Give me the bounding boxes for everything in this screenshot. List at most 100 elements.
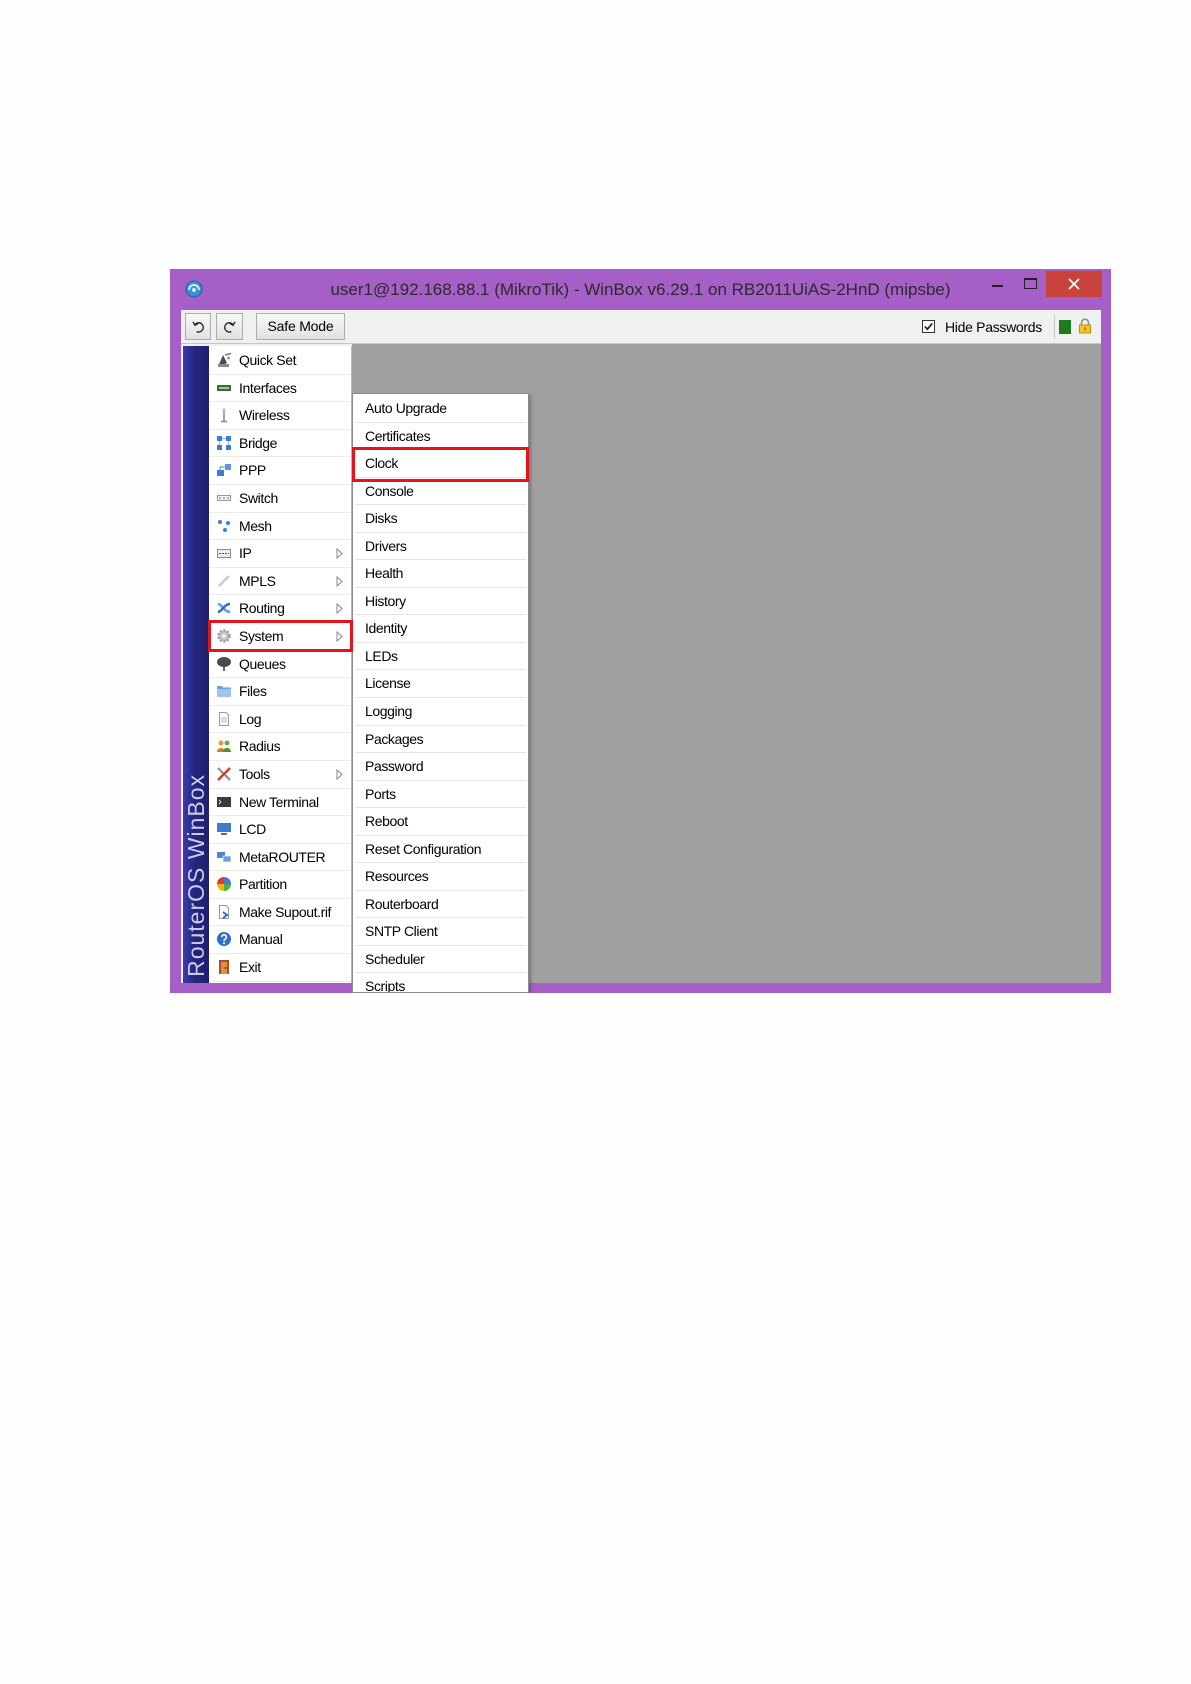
- sidebar-item-label: Exit: [239, 959, 261, 976]
- queues-icon: [216, 656, 232, 672]
- sidebar-item-lcd[interactable]: LCD: [209, 816, 351, 844]
- green-status-icon: [1059, 320, 1071, 334]
- sidebar-item-routing[interactable]: Routing: [209, 595, 351, 623]
- submenu-item-ports[interactable]: Ports: [353, 781, 528, 809]
- submenu-item-label: Ports: [365, 785, 396, 802]
- submenu-item-reboot[interactable]: Reboot: [353, 808, 528, 836]
- submenu-item-label: Logging: [365, 703, 413, 720]
- sidebar-item-mesh[interactable]: Mesh: [209, 513, 351, 541]
- submenu-item-sntp-client[interactable]: SNTP Client: [353, 918, 528, 946]
- new-terminal-icon: [216, 794, 232, 810]
- submenu-arrow-icon: [336, 603, 343, 615]
- submenu-arrow-icon: [336, 768, 343, 780]
- submenu-item-label: SNTP Client: [365, 923, 438, 940]
- minimize-icon: [992, 285, 1003, 287]
- submenu-item-label: Scripts: [365, 978, 405, 993]
- toolbar: Safe Mode Hide Passwords: [181, 310, 1101, 344]
- submenu-item-label: History: [365, 592, 406, 609]
- metarouter-icon: [216, 849, 232, 865]
- submenu-item-scheduler[interactable]: Scheduler: [353, 946, 528, 974]
- submenu-item-label: Health: [365, 565, 404, 582]
- brand-band: RouterOS WinBox: [183, 346, 209, 983]
- submenu-item-label: Identity: [365, 620, 407, 637]
- annotation-highlight-system: [208, 620, 353, 652]
- title-bar[interactable]: user1@192.168.88.1 (MikroTik) - WinBox v…: [170, 269, 1111, 310]
- safe-mode-button[interactable]: Safe Mode: [256, 313, 345, 340]
- submenu-item-reset-configuration[interactable]: Reset Configuration: [353, 836, 528, 864]
- sidebar-item-metarouter[interactable]: MetaROUTER: [209, 844, 351, 872]
- sidebar-item-manual[interactable]: Manual: [209, 926, 351, 955]
- sidebar-item-exit[interactable]: Exit: [209, 954, 351, 982]
- maximize-icon: [1024, 278, 1037, 289]
- submenu-item-certificates[interactable]: Certificates: [353, 423, 528, 451]
- minimize-button[interactable]: [984, 273, 1011, 297]
- sidebar-item-label: Quick Set: [239, 352, 297, 368]
- submenu-item-auto-upgrade[interactable]: Auto Upgrade: [353, 395, 528, 423]
- undo-icon: [192, 321, 204, 333]
- sidebar-item-label: MPLS: [239, 572, 276, 589]
- sidebar-item-label: Manual: [239, 931, 283, 948]
- sidebar-item-bridge[interactable]: Bridge: [209, 430, 351, 458]
- submenu-item-label: License: [365, 675, 411, 692]
- bridge-icon: [216, 435, 232, 451]
- radius-icon: [216, 738, 232, 754]
- sidebar-item-tools[interactable]: Tools: [209, 761, 351, 789]
- sidebar-item-label: Radius: [239, 738, 281, 755]
- submenu-item-history[interactable]: History: [353, 588, 528, 616]
- hide-passwords-label[interactable]: Hide Passwords: [945, 310, 1042, 344]
- submenu-item-label: Disks: [365, 510, 398, 527]
- close-button[interactable]: [1046, 271, 1102, 297]
- sidebar-item-switch[interactable]: Switch: [209, 485, 351, 513]
- sidebar-item-files[interactable]: Files: [209, 678, 351, 706]
- sidebar-item-interfaces[interactable]: Interfaces: [209, 375, 351, 403]
- submenu-item-drivers[interactable]: Drivers: [353, 533, 528, 561]
- submenu-item-disks[interactable]: Disks: [353, 505, 528, 533]
- sidebar-item-label: Routing: [239, 600, 285, 617]
- sidebar-item-partition[interactable]: Partition: [209, 871, 351, 899]
- submenu-item-resources[interactable]: Resources: [353, 863, 528, 891]
- sidebar-item-ip[interactable]: IP: [209, 540, 351, 568]
- redo-button[interactable]: [216, 313, 243, 340]
- brand-text: RouterOS WinBox: [183, 774, 209, 977]
- checkmark-icon: [924, 322, 933, 331]
- switch-icon: [216, 490, 232, 506]
- routing-icon: [216, 600, 232, 616]
- partition-icon: [216, 876, 232, 892]
- submenu-item-label: Password: [365, 758, 424, 775]
- submenu-item-label: Auto Upgrade: [365, 400, 447, 416]
- sidebar-menu: Quick Set Interfaces Wireless Bridge PPP: [209, 346, 352, 983]
- sidebar-item-wireless[interactable]: Wireless: [209, 402, 351, 430]
- submenu-item-health[interactable]: Health: [353, 560, 528, 588]
- sidebar-item-new-terminal[interactable]: New Terminal: [209, 789, 351, 817]
- system-submenu: Auto Upgrade Certificates Clock Console …: [352, 393, 529, 993]
- sidebar-item-quick-set[interactable]: Quick Set: [209, 347, 351, 375]
- quick-set-icon: [216, 352, 232, 368]
- undo-button[interactable]: [185, 313, 211, 340]
- winbox-window: user1@192.168.88.1 (MikroTik) - WinBox v…: [170, 269, 1111, 993]
- submenu-arrow-icon: [336, 575, 343, 587]
- submenu-item-label: LEDs: [365, 647, 398, 664]
- sidebar-item-log[interactable]: Log: [209, 706, 351, 734]
- hide-passwords-checkbox[interactable]: [922, 320, 935, 333]
- submenu-item-packages[interactable]: Packages: [353, 726, 528, 754]
- manual-icon: [216, 931, 232, 947]
- submenu-item-logging[interactable]: Logging: [353, 698, 528, 726]
- submenu-item-license[interactable]: License: [353, 670, 528, 698]
- maximize-button[interactable]: [1016, 271, 1044, 295]
- submenu-item-leds[interactable]: LEDs: [353, 643, 528, 671]
- sidebar-item-ppp[interactable]: PPP: [209, 457, 351, 485]
- sidebar-item-label: Partition: [239, 876, 287, 893]
- sidebar-item-mpls[interactable]: MPLS: [209, 568, 351, 596]
- submenu-item-routerboard[interactable]: Routerboard: [353, 891, 528, 919]
- submenu-item-label: Packages: [365, 730, 424, 747]
- sidebar-item-make-supout[interactable]: Make Supout.rif: [209, 899, 351, 927]
- submenu-item-scripts[interactable]: Scripts: [353, 973, 528, 993]
- sidebar-item-radius[interactable]: Radius: [209, 733, 351, 761]
- sidebar-item-queues[interactable]: Queues: [209, 651, 351, 679]
- submenu-item-identity[interactable]: Identity: [353, 615, 528, 643]
- submenu-item-label: Reboot: [365, 813, 408, 830]
- sidebar-item-label: LCD: [239, 821, 266, 838]
- submenu-item-password[interactable]: Password: [353, 753, 528, 781]
- redo-icon: [224, 321, 236, 333]
- sidebar-item-label: Queues: [239, 655, 286, 672]
